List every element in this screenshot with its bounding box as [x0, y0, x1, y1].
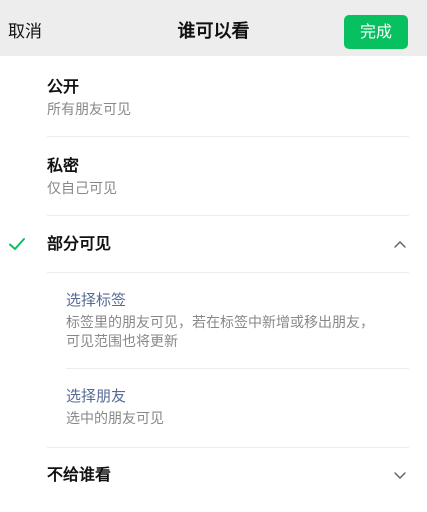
- chevron-up-icon[interactable]: [393, 237, 407, 251]
- option-partial[interactable]: 部分可见: [0, 216, 427, 272]
- sub-option-select-tags[interactable]: 选择标签 标签里的朋友可见，若在标签中新增或移出朋友，可见范围也将更新: [0, 273, 427, 368]
- option-public-desc: 所有朋友可见: [47, 102, 131, 118]
- check-icon: [9, 238, 25, 250]
- visibility-settings-screen: 取消 谁可以看 完成 公开 所有朋友可见 私密 仅自己可见 部分可见 选择标签 …: [0, 0, 427, 512]
- select-friends-desc: 选中的朋友可见: [66, 411, 164, 427]
- nav-header: 取消 谁可以看 完成: [0, 0, 427, 64]
- select-friends-title: 选择朋友: [66, 387, 127, 405]
- option-partial-title: 部分可见: [47, 234, 112, 253]
- option-exclude-title: 不给谁看: [47, 465, 112, 484]
- done-button[interactable]: 完成: [344, 15, 408, 49]
- select-tags-title: 选择标签: [66, 291, 127, 309]
- option-public[interactable]: 公开 所有朋友可见: [0, 56, 427, 136]
- option-private-title: 私密: [47, 156, 80, 175]
- option-private[interactable]: 私密 仅自己可见: [0, 137, 427, 215]
- option-private-desc: 仅自己可见: [47, 181, 117, 197]
- chevron-down-icon[interactable]: [393, 469, 407, 483]
- option-exclude[interactable]: 不给谁看: [0, 448, 427, 512]
- sub-option-select-friends[interactable]: 选择朋友 选中的朋友可见: [0, 369, 427, 447]
- select-tags-desc: 标签里的朋友可见，若在标签中新增或移出朋友，可见范围也将更新: [66, 315, 374, 350]
- option-public-title: 公开: [47, 77, 80, 96]
- visibility-option-list: 公开 所有朋友可见 私密 仅自己可见 部分可见 选择标签 标签里的朋友可见，若在…: [0, 56, 427, 512]
